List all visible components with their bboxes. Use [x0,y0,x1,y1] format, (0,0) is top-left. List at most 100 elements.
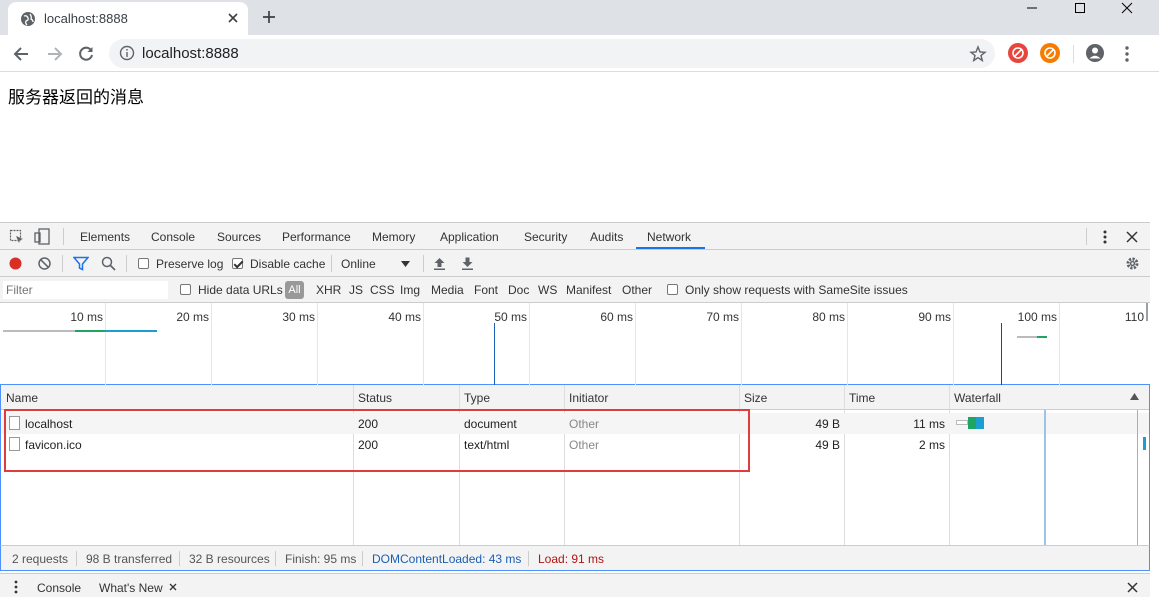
throttling-value: Online [341,257,376,271]
tab-network[interactable]: Network [647,230,691,244]
tab-strip: localhost:8888 [0,0,1159,35]
device-toolbar-icon[interactable] [34,228,50,245]
load-marker [1001,323,1002,385]
drawer-tab-console[interactable]: Console [37,581,81,595]
filter-type-js[interactable]: JS [349,283,363,297]
summary-bar: 2 requests 98 B transferred 32 B resourc… [0,545,1150,571]
extension-icon[interactable] [1040,43,1060,63]
drawer-menu-icon[interactable] [12,579,20,595]
record-icon[interactable] [8,256,23,271]
samesite-checkbox[interactable] [667,284,678,295]
filter-type-other[interactable]: Other [622,283,652,297]
info-icon[interactable] [119,45,135,61]
close-icon[interactable] [1126,231,1138,243]
export-har-icon[interactable] [461,256,474,271]
filter-type-img[interactable]: Img [400,283,420,297]
browser-tab[interactable]: localhost:8888 [8,2,248,35]
hide-data-urls-checkbox[interactable] [180,284,191,295]
summary-divider [275,551,276,566]
extension-icon[interactable] [1008,43,1028,63]
column-header-time[interactable]: Time [849,391,875,405]
tab-performance[interactable]: Performance [282,230,351,244]
overview-gridline [1059,303,1060,385]
profile-icon[interactable] [1085,43,1105,63]
network-toolbar: Preserve log Disable cache Online [0,250,1150,277]
filter-type-manifest[interactable]: Manifest [566,283,611,297]
column-header-initiator[interactable]: Initiator [569,391,608,405]
search-icon[interactable] [101,256,116,271]
disable-cache-checkbox[interactable] [232,258,243,269]
close-icon[interactable] [225,10,241,26]
waterfall-queue [956,420,968,425]
network-overview[interactable]: 10 ms 20 ms 30 ms 40 ms 50 ms 60 ms 70 m… [0,303,1150,385]
tab-security[interactable]: Security [524,230,567,244]
minimize-button[interactable] [1009,0,1055,30]
reload-icon[interactable] [76,44,96,64]
back-icon[interactable] [12,44,32,64]
overview-tick-label: 30 ms [282,310,315,324]
star-icon[interactable] [969,45,987,63]
column-header-waterfall[interactable]: Waterfall [954,391,1001,405]
filter-type-font[interactable]: Font [474,283,498,297]
overview-bar-waiting [1017,336,1037,338]
menu-icon[interactable] [1120,44,1134,64]
column-divider [949,385,950,545]
overview-tick-label: 110 [1124,310,1144,324]
tab-sources[interactable]: Sources [217,230,261,244]
overview-gridline [953,303,954,385]
filter-type-ws[interactable]: WS [538,283,557,297]
close-icon[interactable] [1127,582,1138,593]
column-header-type[interactable]: Type [464,391,490,405]
tab-elements[interactable]: Elements [80,230,130,244]
filter-type-media[interactable]: Media [431,283,464,297]
tab-audits[interactable]: Audits [590,230,623,244]
close-icon[interactable] [169,583,177,591]
filter-type-css[interactable]: CSS [370,283,395,297]
tab-divider [1086,228,1087,245]
import-har-icon[interactable] [433,256,446,271]
forward-icon[interactable] [44,44,64,64]
plus-icon[interactable] [261,9,277,25]
toolbar-divider [126,255,127,272]
url-text: localhost:8888 [142,45,239,62]
gear-icon[interactable] [1125,256,1140,271]
filter-input[interactable] [3,281,168,299]
filter-type-doc[interactable]: Doc [508,283,529,297]
overview-tick-label: 10 ms [70,310,103,324]
filter-type-xhr[interactable]: XHR [316,283,341,297]
maximize-button[interactable] [1057,0,1103,30]
window-close-button[interactable] [1104,0,1150,30]
request-size: 49 B [815,417,840,431]
annotation-highlight-box [4,409,750,472]
drawer-tab-whats-new[interactable]: What's New [99,581,163,595]
throttling-select[interactable]: Online [339,254,415,273]
summary-finish: Finish: 95 ms [285,552,357,566]
inspect-element-icon[interactable] [9,229,25,245]
tab-application[interactable]: Application [440,230,499,244]
sort-ascending-icon[interactable] [1130,393,1139,400]
waterfall-ttfb [968,417,976,429]
window-right-edge [1150,222,1159,597]
tab-console[interactable]: Console [151,230,195,244]
clear-icon[interactable] [37,256,52,271]
column-header-name[interactable]: Name [6,391,38,405]
summary-divider [179,551,180,566]
table-header: Name Status Type Initiator Size Time Wat… [1,385,1149,410]
dcl-line [1044,410,1046,545]
request-time: 2 ms [918,438,945,452]
preserve-log-checkbox[interactable] [138,258,149,269]
summary-divider [362,551,363,566]
overview-tick-label: 80 ms [812,310,845,324]
overview-bar-waiting [75,330,105,332]
tab-memory[interactable]: Memory [372,230,415,244]
address-bar[interactable]: localhost:8888 [109,39,995,68]
column-header-size[interactable]: Size [744,391,767,405]
filter-type-all[interactable]: All [285,281,304,299]
column-header-status[interactable]: Status [358,391,392,405]
waterfall-download [976,417,984,429]
more-options-icon[interactable] [1098,229,1112,245]
overview-scroll-handle[interactable] [1146,303,1148,321]
overview-gridline [741,303,742,385]
tab-title: localhost:8888 [44,11,128,26]
filter-icon[interactable] [73,256,89,271]
